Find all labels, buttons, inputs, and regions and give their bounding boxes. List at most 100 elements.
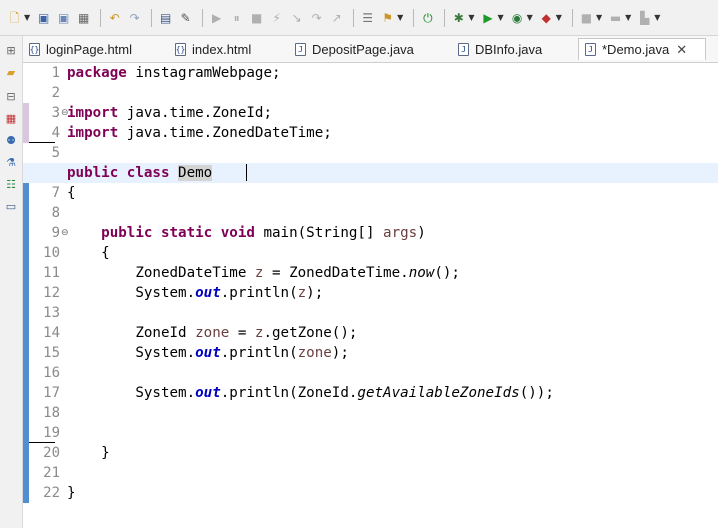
code-line-6[interactable]: public class Demo [67, 163, 247, 183]
step-return-icon[interactable]: ↗ [328, 9, 345, 26]
line-number: 13 [43, 305, 60, 321]
html-file-icon: {} [29, 42, 40, 56]
code-line-17[interactable]: System.out.println(ZoneId.getAvailableZo… [67, 383, 554, 403]
code-line-10[interactable]: { [67, 243, 110, 263]
java-file-icon: J [458, 42, 469, 56]
code-editor[interactable]: 123⊖456789⊖10111213141516171819202122 pa… [23, 63, 718, 528]
toolbar-separator [151, 8, 153, 27]
line-number: 15 [43, 345, 60, 361]
editor-tab-bar: {} loginPage.html {} index.html J Deposi… [23, 36, 718, 63]
outline-icon[interactable]: ▦ [2, 110, 20, 126]
step-over-icon[interactable]: ↷ [308, 9, 325, 26]
minimize-icon[interactable]: ⊟ [2, 88, 20, 104]
line-number: 17 [43, 385, 60, 401]
toolbar-separator [444, 8, 446, 27]
coverage-icon[interactable]: ◉ [509, 9, 526, 26]
tasks-icon[interactable]: ☷ [2, 176, 20, 192]
link-icon[interactable]: ✎ [177, 9, 194, 26]
chevron-down-icon[interactable]: ▼ [468, 13, 474, 22]
chevron-down-icon[interactable]: ▼ [397, 13, 403, 22]
toggle-block-icon[interactable]: ⚑ [379, 9, 396, 26]
console-view-icon[interactable]: ▭ [2, 198, 20, 214]
chevron-down-icon[interactable]: ▼ [596, 13, 602, 22]
code-line-12[interactable]: System.out.println(z); [67, 283, 323, 303]
line-number: 18 [43, 405, 60, 421]
tab-label: DepositPage.java [312, 41, 414, 57]
line-number: 16 [43, 365, 60, 381]
line-number: 19 [43, 425, 60, 441]
close-icon[interactable]: ✕ [676, 42, 687, 58]
line-number: 21 [43, 465, 60, 481]
chevron-down-icon[interactable]: ▼ [556, 13, 562, 22]
line-number: 8 [51, 205, 60, 221]
chevron-down-icon[interactable]: ▼ [527, 13, 533, 22]
tab-label: DBInfo.java [475, 41, 543, 57]
tab-dbinfo-java[interactable]: J DBInfo.java [458, 38, 542, 60]
code-line-3[interactable]: import java.time.ZoneId; [67, 103, 272, 123]
tab-index-html[interactable]: {} index.html [175, 38, 251, 60]
skip-breakpoints-icon[interactable]: ⏻ [419, 9, 436, 26]
code-line-14[interactable]: ZoneId zone = z.getZone(); [67, 323, 357, 343]
tab-demo-java[interactable]: J *Demo.java ✕ [578, 38, 706, 60]
line-number-gutter: 123⊖456789⊖10111213141516171819202122 [29, 63, 69, 528]
use-step-filters-icon[interactable]: ☰ [359, 9, 376, 26]
console-icon[interactable]: ▤ [157, 9, 174, 26]
code-line-15[interactable]: System.out.println(zone); [67, 343, 349, 363]
tab-depositpage-java[interactable]: J DepositPage.java [295, 38, 414, 60]
step-into-icon[interactable]: ↘ [288, 9, 305, 26]
java-file-icon: J [585, 43, 596, 56]
debug-icon[interactable]: ✱ [450, 9, 467, 26]
line-number: 14 [43, 325, 60, 341]
tab-label: index.html [192, 41, 252, 57]
line-number: 5 [51, 145, 60, 161]
diff-marker [29, 442, 55, 443]
resume-icon[interactable]: ▶ [208, 9, 225, 26]
line-number: 9 [51, 225, 60, 241]
html-file-icon: {} [175, 42, 186, 56]
chevron-down-icon[interactable]: ▼ [24, 13, 30, 22]
redo-icon[interactable]: ↷ [126, 9, 143, 26]
code-line-1[interactable]: package instagramWebpage; [67, 63, 281, 83]
left-trim-bar: ⊞ ▰ ⊟ ▦ ⚉ ⚗ ☷ ▭ [0, 36, 23, 528]
tab-label: loginPage.html [46, 41, 132, 57]
restore-icon[interactable]: ⊞ [2, 42, 20, 58]
search-view-icon[interactable]: ⚗ [2, 154, 20, 170]
new-class-icon[interactable]: ▙ [636, 9, 653, 26]
undo-icon[interactable]: ↶ [106, 9, 123, 26]
line-number: 12 [43, 285, 60, 301]
line-number: 10 [43, 245, 60, 261]
toolbar-separator [202, 8, 204, 27]
code-line-11[interactable]: ZonedDateTime z = ZonedDateTime.now(); [67, 263, 460, 283]
line-number: 11 [43, 265, 60, 281]
print-icon[interactable]: ▦ [75, 9, 92, 26]
save-all-icon[interactable]: ▣ [55, 9, 72, 26]
diff-marker [29, 142, 55, 143]
new-icon[interactable]: 🗋 [6, 9, 23, 26]
line-number: 20 [43, 445, 60, 461]
toolbar-separator [353, 8, 355, 27]
terminate-icon[interactable]: ■ [248, 9, 265, 26]
line-number: 2 [51, 85, 60, 101]
save-icon[interactable]: ▣ [35, 9, 52, 26]
code-line-4[interactable]: import java.time.ZonedDateTime; [67, 123, 332, 143]
chevron-down-icon[interactable]: ▼ [625, 13, 631, 22]
hierarchy-icon[interactable]: ⚉ [2, 132, 20, 148]
code-line-9[interactable]: public static void main(String[] args) [67, 223, 426, 243]
new-server-icon[interactable]: ■ [578, 9, 595, 26]
disconnect-icon[interactable]: ⚡ [268, 9, 285, 26]
run-icon[interactable]: ▶ [479, 9, 496, 26]
new-package-icon[interactable]: ▬ [607, 9, 624, 26]
package-explorer-icon[interactable]: ▰ [2, 64, 20, 80]
external-tools-icon[interactable]: ◆ [538, 9, 555, 26]
suspend-icon[interactable]: ⏸ [228, 9, 245, 26]
code-line-22[interactable]: } [67, 483, 76, 503]
code-line-7[interactable]: { [67, 183, 76, 203]
code-line-20[interactable]: } [67, 443, 110, 463]
tab-loginpage-html[interactable]: {} loginPage.html [29, 38, 132, 60]
chevron-down-icon[interactable]: ▼ [497, 13, 503, 22]
java-file-icon: J [295, 42, 306, 56]
line-number: 4 [51, 125, 60, 141]
line-number: 22 [43, 485, 60, 501]
line-number: 1 [51, 65, 60, 81]
chevron-down-icon[interactable]: ▼ [654, 13, 660, 22]
